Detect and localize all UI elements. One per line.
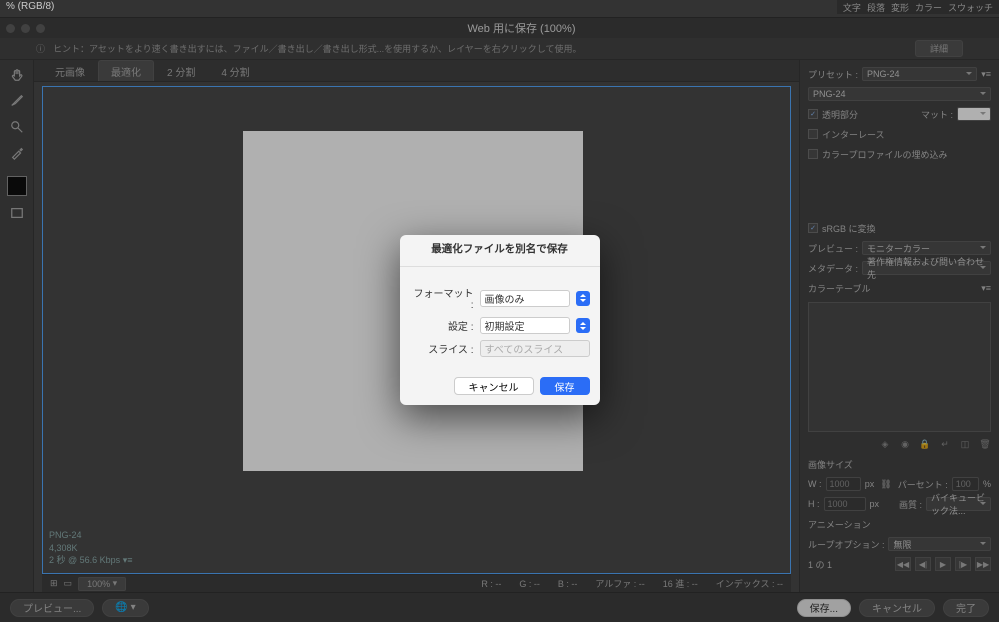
dlg-settings-select[interactable]: 初期設定 [480, 317, 570, 334]
modal-overlay: 最適化ファイルを別名で保存 フォーマット : 画像のみ 設定 : 初期設定 スラ… [0, 18, 999, 622]
save-as-dialog: 最適化ファイルを別名で保存 フォーマット : 画像のみ 設定 : 初期設定 スラ… [400, 235, 600, 405]
dlg-slice-label: スライス : [410, 341, 474, 356]
dlg-format-stepper[interactable] [576, 291, 590, 306]
save-for-web-window: Web 用に保存 (100%) ⓘ ヒント：アセットをより速く書き出すには、ファ… [0, 18, 999, 622]
menu-swatches[interactable]: スウォッチ [948, 1, 993, 13]
dlg-format-label: フォーマット : [410, 285, 474, 311]
top-menu-bar: 文字 段落 変形 カラー スウォッチ [837, 0, 999, 14]
menu-transform[interactable]: 変形 [891, 1, 909, 13]
menu-paragraph[interactable]: 段落 [867, 1, 885, 13]
dlg-slice-select: すべてのスライス [480, 340, 590, 357]
dlg-settings-stepper[interactable] [576, 318, 590, 333]
menu-color[interactable]: カラー [915, 1, 942, 13]
dlg-settings-label: 設定 : [410, 318, 474, 333]
menu-text[interactable]: 文字 [843, 1, 861, 13]
dlg-save-button[interactable]: 保存 [540, 377, 590, 395]
dlg-cancel-button[interactable]: キャンセル [454, 377, 534, 395]
dlg-format-select[interactable]: 画像のみ [480, 290, 570, 307]
dialog-title: 最適化ファイルを別名で保存 [400, 235, 600, 267]
